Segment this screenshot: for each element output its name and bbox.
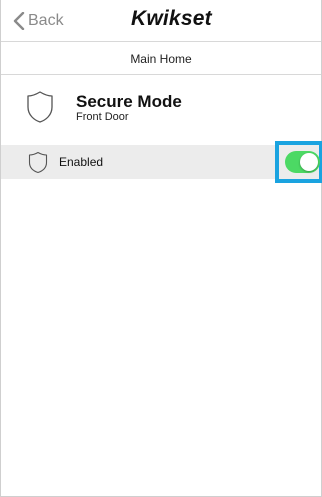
back-label: Back — [28, 12, 64, 29]
enabled-label: Enabled — [59, 155, 104, 169]
app-screen: Back Kwikset Main Home Secure Mode Front… — [0, 0, 322, 497]
brand-logo: Kwikset — [131, 7, 212, 30]
device-title: Secure Mode — [76, 92, 182, 111]
enabled-toggle[interactable] — [285, 151, 320, 173]
enabled-setting-row: Enabled — [1, 145, 321, 179]
back-button[interactable]: Back — [13, 9, 64, 33]
shield-icon — [27, 91, 53, 123]
device-header: Secure Mode Front Door — [1, 76, 321, 140]
device-subtitle: Front Door — [76, 111, 129, 123]
navigation-bar: Back Kwikset — [1, 0, 321, 42]
chevron-left-icon — [13, 12, 25, 30]
toggle-knob — [300, 153, 318, 171]
location-header: Main Home — [1, 43, 321, 75]
shield-icon — [28, 151, 48, 174]
